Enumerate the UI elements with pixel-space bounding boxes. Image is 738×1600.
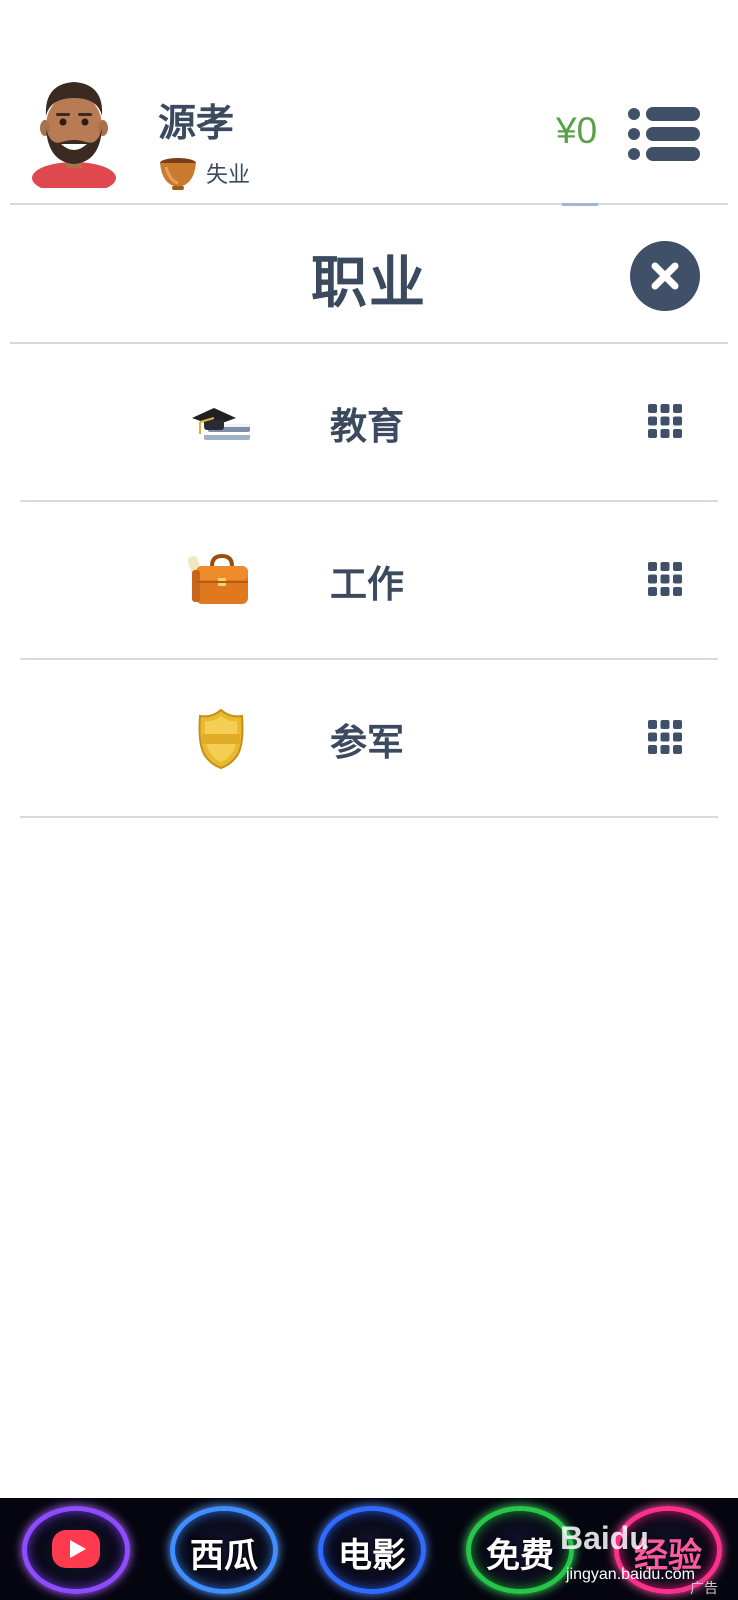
police-badge-icon — [198, 708, 244, 770]
career-item-education[interactable]: 教育 — [0, 344, 738, 502]
ad-label: 电影 — [338, 1536, 406, 1576]
ad-item-movie[interactable]: 电影 — [318, 1506, 426, 1594]
list-menu-icon[interactable] — [626, 104, 702, 164]
balance: ¥0 — [556, 110, 598, 151]
ad-item-free[interactable]: 免费 — [466, 1506, 574, 1594]
username: 源孝 — [158, 101, 235, 145]
career-label-military: 参军 — [330, 721, 404, 764]
grid-menu-icon[interactable] — [648, 404, 682, 438]
career-label-work: 工作 — [330, 563, 404, 606]
watermark-url: jingyan.baidu.com — [566, 1566, 695, 1583]
career-list: 教育 工作 参军 — [0, 344, 738, 818]
row-divider — [20, 816, 718, 818]
bowl-icon — [160, 158, 196, 190]
watermark: Baidu — [560, 1520, 649, 1556]
grid-menu-icon[interactable] — [648, 562, 682, 596]
graduation-cap-icon — [192, 408, 250, 440]
career-item-work[interactable]: 工作 — [0, 502, 738, 660]
close-icon — [651, 262, 679, 290]
grid-menu-icon[interactable] — [648, 720, 682, 754]
avatar[interactable] — [28, 76, 120, 188]
panel-title: 职业 — [311, 251, 427, 316]
status-text: 失业 — [206, 163, 251, 188]
ad-item-xigua[interactable]: 西瓜 — [170, 1506, 278, 1594]
ad-label: 西瓜 — [190, 1536, 258, 1576]
employment-status: 失业 — [158, 152, 250, 194]
balance-underline — [562, 203, 598, 206]
career-label-education: 教育 — [330, 405, 404, 448]
play-icon — [52, 1530, 100, 1568]
ad-tag: 广告 — [690, 1581, 718, 1597]
ad-item-play[interactable] — [22, 1506, 130, 1594]
profile-header: 源孝 失业 ¥0 — [0, 0, 738, 206]
close-button[interactable] — [630, 241, 700, 311]
ad-label: 免费 — [486, 1536, 554, 1576]
career-item-military[interactable]: 参军 — [0, 660, 738, 818]
header-divider — [10, 203, 728, 205]
briefcase-icon — [188, 553, 248, 604]
